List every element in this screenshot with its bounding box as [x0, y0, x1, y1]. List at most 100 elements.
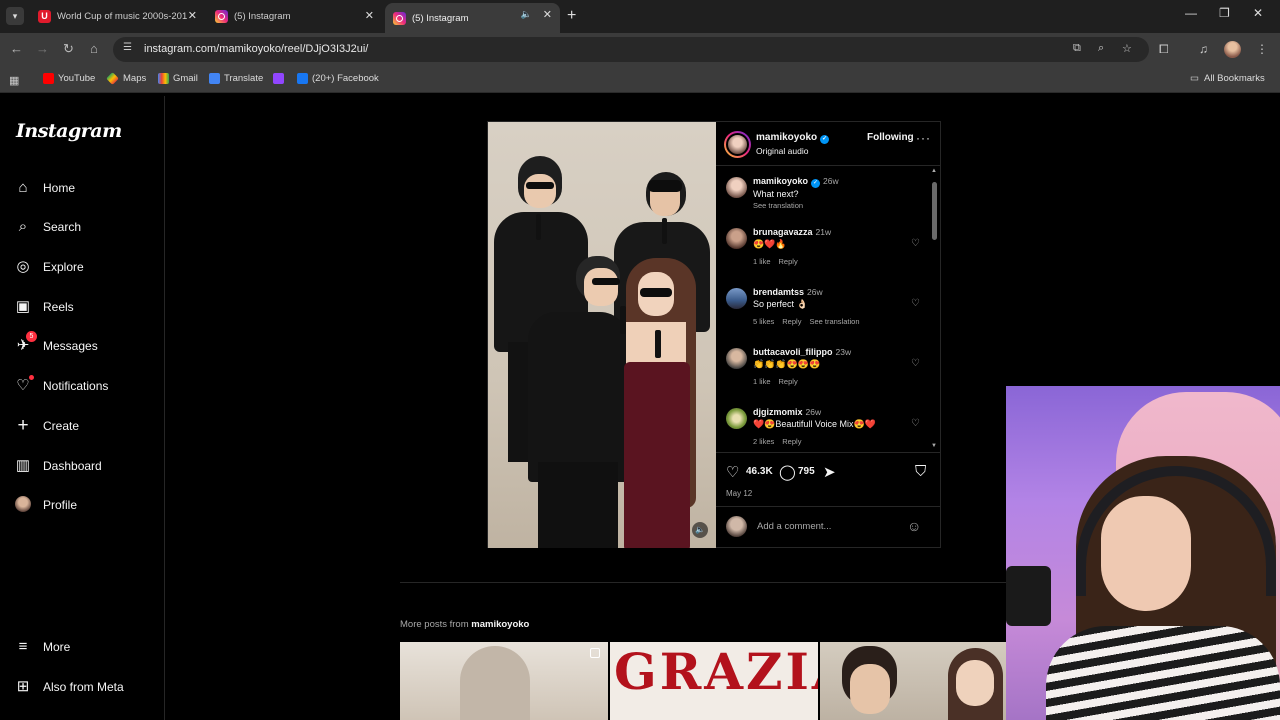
apps-grid-icon[interactable]: ▦	[9, 74, 19, 87]
maximize-icon[interactable]: ❐	[1219, 6, 1230, 20]
comment-likes[interactable]: 1 like	[753, 377, 771, 386]
instagram-logo[interactable]: Instagram	[16, 120, 122, 142]
bookmark-youtube[interactable]: YouTube	[43, 73, 95, 84]
avatar[interactable]	[726, 288, 747, 309]
like-heart-icon[interactable]: ♡	[726, 463, 739, 481]
sunglasses	[640, 288, 672, 297]
see-translation-link[interactable]: See translation	[753, 200, 918, 212]
all-bookmarks-button[interactable]: ▭ All Bookmarks	[1190, 73, 1265, 84]
bookmark-star-icon[interactable]: ☆	[1122, 42, 1132, 55]
sidebar-item-dashboard[interactable]: ▥ Dashboard	[14, 457, 102, 475]
more-posts-prefix: More posts from	[400, 619, 469, 630]
comment-username[interactable]: buttacavoli_filippo	[753, 347, 833, 357]
speaker-icon[interactable]: 🔈	[692, 522, 708, 538]
install-app-icon[interactable]: ⧉	[1073, 42, 1081, 55]
like-count[interactable]: 46.3K	[746, 466, 773, 477]
original-audio-link[interactable]: Original audio	[756, 146, 808, 156]
post-author-name[interactable]: mamikoyoko	[756, 132, 817, 143]
address-bar[interactable]: ☰ instagram.com/mamikoyoko/reel/DJjO3I3J…	[113, 37, 1149, 62]
avatar[interactable]	[726, 228, 747, 249]
media-control-icon[interactable]: ♫	[1199, 42, 1208, 56]
tab-instagram-1[interactable]: (5) Instagram ✕	[207, 4, 382, 29]
site-info-icon[interactable]: ☰	[123, 42, 132, 53]
scroll-up-icon[interactable]: ▲	[931, 168, 937, 174]
avatar[interactable]	[726, 408, 747, 429]
comment-username[interactable]: djgizmomix	[753, 407, 803, 417]
like-comment-heart-icon[interactable]: ♡	[911, 238, 920, 249]
bookmark-twitch[interactable]	[273, 73, 288, 84]
zoom-icon[interactable]: ⌕	[1098, 42, 1104, 55]
sidebar-item-explore[interactable]: ◎ Explore	[14, 258, 83, 276]
emoji-icon[interactable]: ☺	[907, 518, 921, 534]
sidebar-item-meta[interactable]: ⊞ Also from Meta	[14, 678, 124, 696]
bookmark-maps[interactable]: Maps	[106, 72, 146, 85]
reload-icon[interactable]: ↻	[63, 41, 74, 57]
sidebar-item-more[interactable]: ≡ More	[14, 638, 71, 656]
minimize-icon[interactable]: —	[1185, 6, 1197, 20]
forward-icon[interactable]: →	[36, 41, 49, 56]
avatar[interactable]	[726, 348, 747, 369]
meta-icon: ⊞	[16, 678, 30, 695]
url-text[interactable]: instagram.com/mamikoyoko/reel/DJjO3I3J2u…	[144, 43, 368, 55]
close-tab-icon[interactable]: ✕	[188, 9, 197, 22]
speaker-icon[interactable]: 🔈	[521, 9, 532, 20]
sidebar-item-notifications[interactable]: ♡ Notifications	[14, 375, 108, 395]
save-bookmark-icon[interactable]: ⛉	[915, 463, 926, 480]
comment-icon[interactable]: ◯	[779, 463, 796, 481]
more-posts-user[interactable]: mamikoyoko	[471, 619, 529, 630]
reply-link[interactable]: Reply	[779, 257, 798, 266]
menu-kebab-icon[interactable]: ⋮	[1256, 42, 1268, 56]
comment-username[interactable]: mamikoyoko	[753, 176, 808, 186]
comment-likes[interactable]: 5 likes	[753, 317, 774, 326]
see-translation-link[interactable]: See translation	[809, 317, 859, 326]
more-options-icon[interactable]: ···	[916, 131, 931, 145]
sidebar-item-create[interactable]: + Create	[14, 416, 79, 435]
bookmark-translate[interactable]: Translate	[209, 73, 263, 84]
like-comment-heart-icon[interactable]: ♡	[911, 418, 920, 429]
sidebar-item-profile[interactable]: Profile	[14, 496, 77, 514]
comments-scrollbar[interactable]: ▲ ▼	[931, 168, 937, 451]
post-thumbnail[interactable]	[820, 642, 1006, 720]
sidebar-item-home[interactable]: ⌂ Home	[14, 179, 75, 197]
post-author[interactable]: mamikoyoko ✓	[756, 132, 830, 144]
back-icon[interactable]: ←	[10, 41, 23, 56]
close-tab-icon[interactable]: ✕	[543, 8, 552, 21]
post-thumbnail[interactable]	[400, 642, 608, 720]
close-tab-icon[interactable]: ✕	[365, 9, 374, 22]
reply-link[interactable]: Reply	[782, 317, 801, 326]
avatar[interactable]	[726, 177, 747, 198]
reply-link[interactable]: Reply	[779, 377, 798, 386]
scroll-down-icon[interactable]: ▼	[931, 443, 937, 449]
tab-instagram-active[interactable]: (5) Instagram 🔈 ✕	[385, 3, 560, 33]
comments-list[interactable]: mamikoyoko ✓ 26w What next? See translatio…	[716, 167, 941, 452]
comment-likes[interactable]: 2 likes	[753, 437, 774, 446]
hamburger-icon: ≡	[18, 638, 28, 655]
comment-username[interactable]: brendamtss	[753, 287, 804, 297]
reply-link[interactable]: Reply	[782, 437, 801, 446]
close-window-icon[interactable]: ✕	[1253, 6, 1263, 20]
tab-search-button[interactable]: ▾	[6, 7, 24, 25]
bookmark-gmail[interactable]: Gmail	[158, 73, 198, 84]
person-legs	[538, 462, 618, 548]
add-comment-input[interactable]: Add a comment...	[757, 521, 831, 532]
sidebar-item-search[interactable]: ⌕ Search	[14, 218, 81, 236]
home-button-icon[interactable]: ⌂	[90, 41, 98, 56]
sidebar-item-messages[interactable]: ✈ 5 Messages	[14, 331, 98, 355]
extensions-icon[interactable]: ⧠	[1159, 42, 1169, 57]
following-button[interactable]: Following	[867, 132, 914, 143]
profile-avatar[interactable]	[1224, 41, 1241, 58]
share-icon[interactable]: ➤	[823, 463, 836, 481]
new-tab-button[interactable]: +	[567, 7, 576, 25]
avatar-wrap	[14, 496, 32, 514]
like-comment-heart-icon[interactable]: ♡	[911, 298, 920, 309]
reel-video[interactable]: 🔈	[488, 122, 716, 548]
tab-world-cup[interactable]: U World Cup of music 2000s-2010 ✕	[30, 4, 205, 29]
comment-likes[interactable]: 1 like	[753, 257, 771, 266]
like-comment-heart-icon[interactable]: ♡	[911, 358, 920, 369]
sidebar-item-reels[interactable]: ▣ Reels	[14, 298, 74, 316]
scrollbar-thumb[interactable]	[932, 182, 937, 240]
avatar[interactable]	[724, 131, 751, 158]
bookmark-facebook[interactable]: (20+) Facebook	[297, 73, 379, 84]
comment-username[interactable]: brunagavazza	[753, 227, 813, 237]
post-thumbnail[interactable]: GRAZIA	[610, 642, 818, 720]
